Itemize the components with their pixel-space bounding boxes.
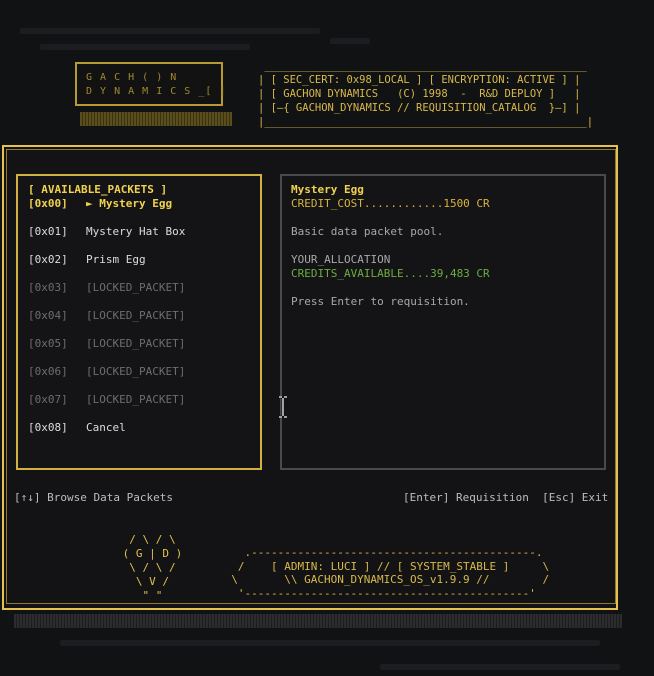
packet-code: [0x01] [28, 225, 68, 238]
company-logo: G A C H ( ) N D Y N A M I C S _[ ] [86, 71, 226, 99]
banner-top-border: ________________________________________… [258, 60, 587, 72]
packet-code: [0x00] [28, 197, 68, 210]
packet-item-0x03: [0x03] [LOCKED_PACKET] [28, 281, 185, 294]
text-cursor-icon [279, 396, 287, 418]
status-box-bottom: '---------------------------------------… [218, 586, 536, 600]
emblem-line-4: \ V / [116, 575, 169, 588]
packet-label: Cancel [86, 421, 126, 434]
logo-shadow [80, 112, 232, 126]
packet-code: [0x08] [28, 421, 68, 434]
packet-code: [0x07] [28, 393, 68, 406]
packet-code: [0x02] [28, 253, 68, 266]
packet-label: [LOCKED_PACKET] [86, 393, 186, 406]
gd-emblem: / \ / \ ( G | D ) \ / \ / \ V / " " [116, 533, 183, 603]
packet-label: [LOCKED_PACKET] [86, 365, 186, 378]
packet-label: Mystery Hat Box [86, 225, 186, 238]
emblem-line-3: \ / \ / [116, 561, 176, 574]
status-box-admin: / [ ADMIN: LUCI ] // [ SYSTEM_STABLE ] \ [218, 559, 550, 573]
detail-description: Basic data packet pool. [291, 225, 444, 238]
logo-line-2: D Y N A M I C S _[ ] [86, 86, 227, 97]
packet-item-0x06: [0x06] [LOCKED_PACKET] [28, 365, 185, 378]
packet-item-cancel[interactable]: [0x08] Cancel [28, 421, 126, 434]
detail-title: Mystery Egg [291, 183, 364, 196]
packet-code: [0x05] [28, 337, 68, 350]
packet-label: Prism Egg [86, 253, 146, 266]
emblem-line-1: / \ / \ [116, 533, 176, 546]
packet-label: [LOCKED_PACKET] [86, 281, 186, 294]
packet-item-0x05: [0x05] [LOCKED_PACKET] [28, 337, 185, 350]
packet-label: [LOCKED_PACKET] [86, 309, 186, 322]
packet-item-0x02[interactable]: [0x02] Prism Egg [28, 253, 146, 266]
packet-item-0x01[interactable]: [0x01] Mystery Hat Box [28, 225, 185, 238]
packet-item-0x04: [0x04] [LOCKED_PACKET] [28, 309, 185, 322]
frame-shadow [14, 614, 622, 628]
emblem-line-5: " " [116, 589, 163, 602]
banner-bottom-border: |_______________________________________… [258, 116, 594, 128]
banner-security-line: | [ SEC_CERT: 0x98_LOCAL ] [ ENCRYPTION:… [258, 74, 581, 86]
detail-allocation-label: YOUR_ALLOCATION [291, 253, 391, 266]
packet-code: [0x04] [28, 309, 68, 322]
detail-credits-available: CREDITS_AVAILABLE....39,483 CR [291, 267, 490, 280]
browse-hint: [↑↓] Browse Data Packets [14, 491, 173, 504]
banner-catalog-title: | [—{ GACHON_DYNAMICS // REQUISITION_CAT… [258, 102, 581, 114]
system-status-box: .---------------------------------------… [218, 546, 549, 600]
packet-list-header: [ AVAILABLE_PACKETS ] [28, 183, 168, 196]
packet-item-0x00[interactable]: [0x00] ► Mystery Egg [28, 197, 172, 210]
detail-credit-cost: CREDIT_COST............1500 CR [291, 197, 490, 210]
detail-prompt: Press Enter to requisition. [291, 295, 470, 308]
packet-code: [0x03] [28, 281, 68, 294]
packet-detail-panel [280, 174, 606, 470]
emblem-line-2: ( G | D ) [116, 547, 183, 560]
status-box-version: \ \\ GACHON_DYNAMICS_OS_v1.9.9 // / [218, 573, 550, 586]
banner-copyright-line: | [ GACHON DYNAMICS (C) 1998 - R&D DEPLO… [258, 88, 581, 100]
packet-label: [LOCKED_PACKET] [86, 337, 186, 350]
packet-code: [0x06] [28, 365, 68, 378]
action-hint: [Enter] Requisition [Esc] Exit [403, 491, 609, 504]
status-box-top: .---------------------------------------… [218, 546, 543, 559]
logo-line-1: G A C H ( ) N [86, 72, 178, 83]
packet-label: ► Mystery Egg [86, 197, 173, 210]
header-banner: ________________________________________… [258, 59, 593, 129]
packet-item-0x07: [0x07] [LOCKED_PACKET] [28, 393, 185, 406]
